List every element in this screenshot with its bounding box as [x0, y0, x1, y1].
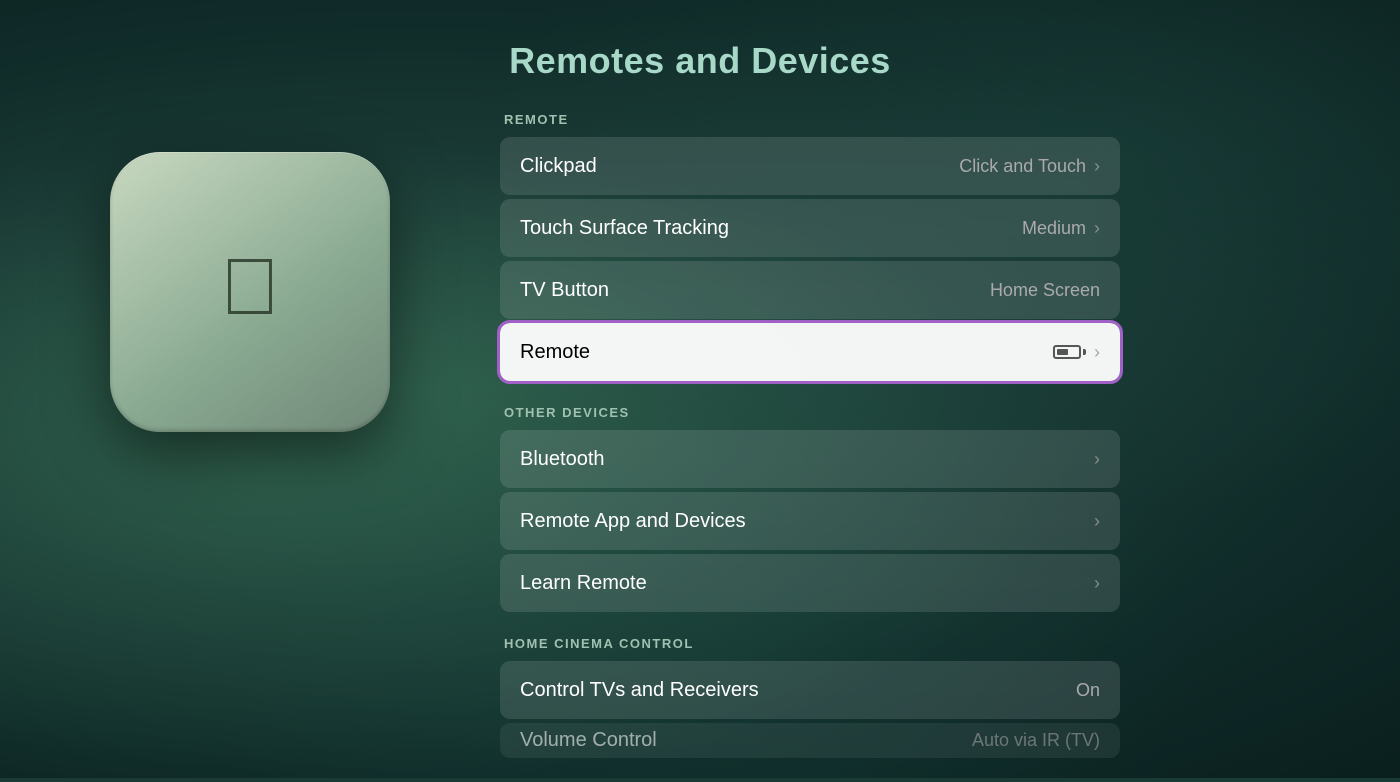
learn-remote-menu-item[interactable]: Learn Remote ›: [500, 554, 1120, 612]
device-section: : [60, 152, 440, 432]
clickpad-menu-item[interactable]: Clickpad Click and Touch ›: [500, 137, 1120, 195]
remote-app-label: Remote App and Devices: [520, 510, 746, 533]
learn-remote-label: Learn Remote: [520, 572, 647, 595]
chevron-icon: ›: [1094, 156, 1100, 177]
battery-fill: [1057, 349, 1068, 355]
bluetooth-label: Bluetooth: [520, 448, 605, 471]
remote-section: REMOTE Clickpad Click and Touch › Touch …: [500, 112, 1120, 381]
remote-section-header: REMOTE: [500, 112, 1120, 127]
apple-logo-icon: : [220, 247, 280, 327]
remote-menu-item[interactable]: Remote ›: [500, 323, 1120, 381]
tv-button-right: Home Screen: [990, 280, 1100, 301]
touch-surface-menu-item[interactable]: Touch Surface Tracking Medium ›: [500, 199, 1120, 257]
remote-app-right: ›: [1094, 511, 1100, 532]
home-cinema-header: HOME CINEMA CONTROL: [500, 636, 1120, 651]
remote-app-menu-item[interactable]: Remote App and Devices ›: [500, 492, 1120, 550]
touch-surface-label: Touch Surface Tracking: [520, 217, 729, 240]
control-tvs-value: On: [1076, 680, 1100, 701]
chevron-icon: ›: [1094, 573, 1100, 594]
touch-surface-right: Medium ›: [1022, 218, 1100, 239]
learn-remote-right: ›: [1094, 573, 1100, 594]
tv-button-value: Home Screen: [990, 280, 1100, 301]
clickpad-label: Clickpad: [520, 155, 597, 178]
control-tvs-menu-item[interactable]: Control TVs and Receivers On: [500, 661, 1120, 719]
bluetooth-right: ›: [1094, 449, 1100, 470]
tv-button-label: TV Button: [520, 279, 609, 302]
chevron-icon: ›: [1094, 449, 1100, 470]
remote-right: ›: [1053, 342, 1100, 363]
volume-control-right: Auto via IR (TV): [972, 730, 1100, 751]
chevron-icon: ›: [1094, 511, 1100, 532]
clickpad-right: Click and Touch ›: [959, 156, 1100, 177]
battery-icon: [1053, 345, 1086, 359]
clickpad-value: Click and Touch: [959, 156, 1086, 177]
bluetooth-menu-item[interactable]: Bluetooth ›: [500, 430, 1120, 488]
apple-tv-device: : [110, 152, 390, 432]
battery-tip: [1083, 349, 1086, 355]
volume-control-label: Volume Control: [520, 729, 657, 752]
other-devices-section: OTHER DEVICES Bluetooth › Remote App and…: [500, 405, 1120, 612]
touch-surface-value: Medium: [1022, 218, 1086, 239]
volume-control-value: Auto via IR (TV): [972, 730, 1100, 751]
control-tvs-right: On: [1076, 680, 1100, 701]
settings-panel: REMOTE Clickpad Click and Touch › Touch …: [500, 112, 1120, 782]
battery-body: [1053, 345, 1081, 359]
volume-control-menu-item[interactable]: Volume Control Auto via IR (TV): [500, 723, 1120, 758]
remote-label: Remote: [520, 341, 590, 364]
chevron-icon: ›: [1094, 218, 1100, 239]
tv-button-menu-item[interactable]: TV Button Home Screen: [500, 261, 1120, 319]
main-area:  REMOTE Clickpad Click and Touch › Touc…: [0, 112, 1400, 782]
other-devices-header: OTHER DEVICES: [500, 405, 1120, 420]
chevron-icon: ›: [1094, 342, 1100, 363]
control-tvs-label: Control TVs and Receivers: [520, 679, 759, 702]
page-content: Remotes and Devices  REMOTE Clickpad Cl…: [0, 0, 1400, 778]
page-title: Remotes and Devices: [509, 40, 891, 82]
home-cinema-section: HOME CINEMA CONTROL Control TVs and Rece…: [500, 636, 1120, 758]
